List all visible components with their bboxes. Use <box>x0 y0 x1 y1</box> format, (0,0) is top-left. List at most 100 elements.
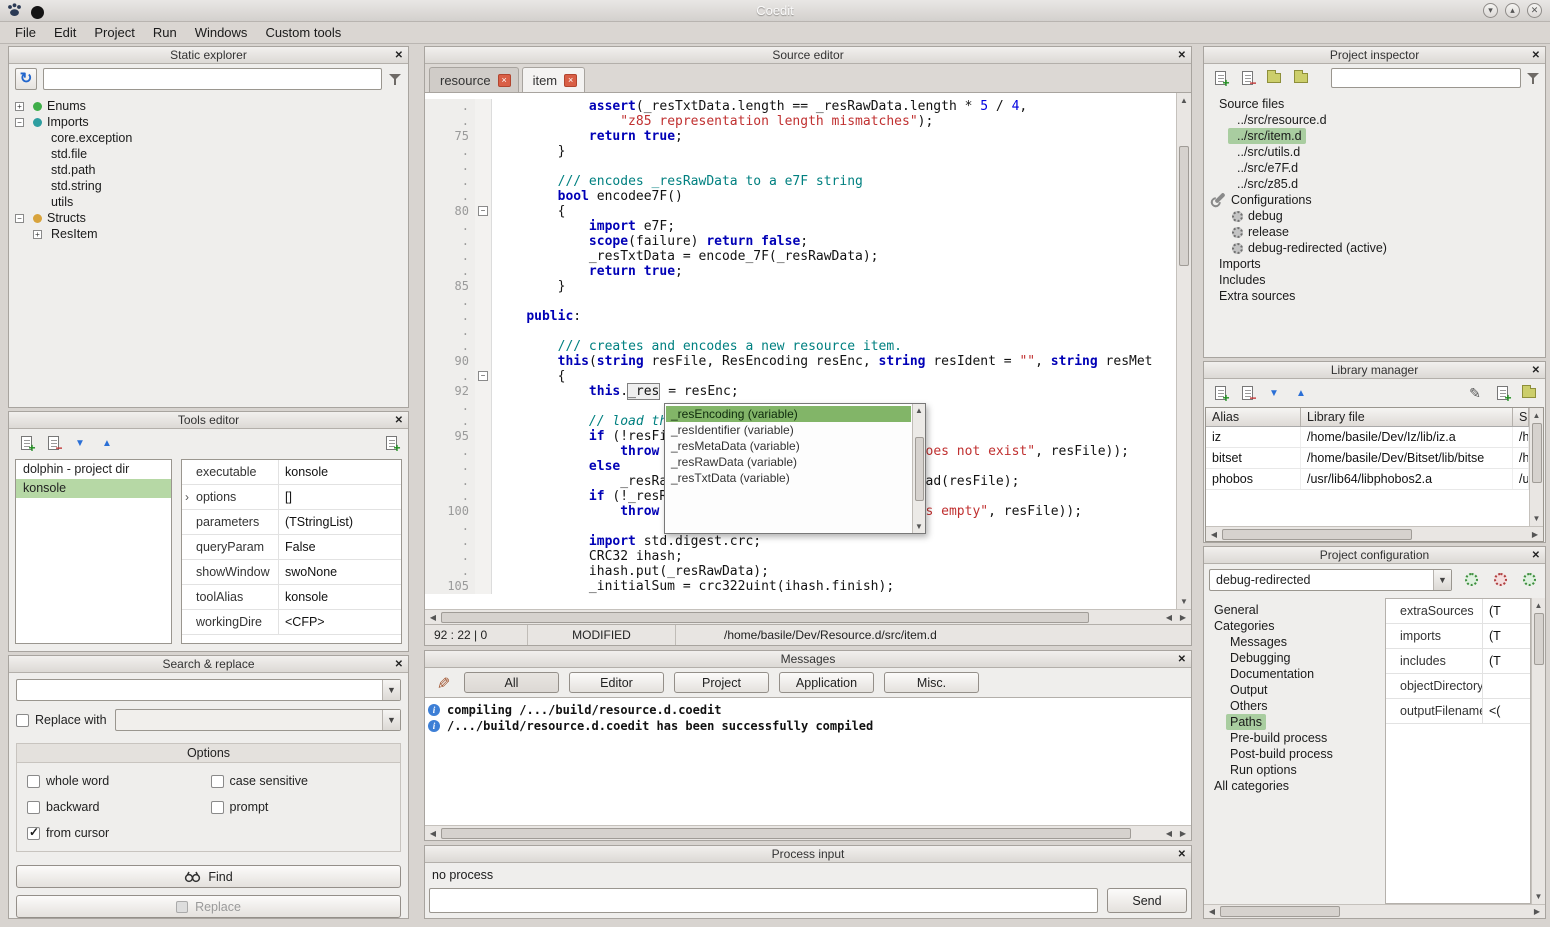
open-folder-button[interactable] <box>1290 67 1312 89</box>
maximize-button[interactable]: ▴ <box>1505 3 1520 18</box>
chevron-down-icon[interactable]: ▼ <box>382 710 400 730</box>
inspector-search-input[interactable] <box>1331 68 1521 88</box>
scroll-down-icon[interactable]: ▼ <box>1178 596 1190 607</box>
menu-item-windows[interactable]: Windows <box>186 22 257 43</box>
close-panel-icon[interactable]: ✕ <box>1178 847 1186 863</box>
menu-item-edit[interactable]: Edit <box>45 22 85 43</box>
explorer-item[interactable]: core.exception <box>9 130 408 146</box>
scrollbar-thumb[interactable] <box>1534 613 1544 665</box>
scrollbar-thumb[interactable] <box>441 612 1089 623</box>
property-value[interactable]: konsole <box>279 460 401 484</box>
explorer-item[interactable]: +Enums <box>9 98 408 114</box>
scroll-up-icon[interactable]: ▲ <box>1533 600 1545 611</box>
close-panel-icon[interactable]: ✕ <box>395 413 403 429</box>
collapse-icon[interactable]: − <box>15 118 24 127</box>
filter-application[interactable]: Application <box>779 672 874 693</box>
property-value[interactable]: konsole <box>279 585 401 609</box>
scroll-left-icon[interactable]: ◀ <box>1208 529 1220 540</box>
completion-item[interactable]: _resMetaData (variable) <box>666 438 911 454</box>
scrollbar-thumb[interactable] <box>915 437 924 501</box>
checkbox-prompt[interactable]: prompt <box>211 800 391 814</box>
checkbox-backward[interactable]: backward <box>27 800 207 814</box>
close-panel-icon[interactable]: ✕ <box>1178 652 1186 668</box>
inspector-item[interactable]: ../src/utils.d <box>1204 144 1545 160</box>
tab-resource[interactable]: resource× <box>429 67 519 92</box>
move-tool-up-button[interactable]: ▲ <box>96 432 118 454</box>
tool-item[interactable]: dolphin - project dir <box>16 460 171 479</box>
category-item[interactable]: Output <box>1204 682 1376 698</box>
property-value[interactable]: False <box>279 535 401 559</box>
property-value[interactable]: (T <box>1483 649 1530 673</box>
checkbox-box[interactable] <box>211 801 224 814</box>
move-tool-down-button[interactable]: ▼ <box>69 432 91 454</box>
menu-item-project[interactable]: Project <box>85 22 143 43</box>
config-vertical-scrollbar[interactable]: ▲ ▼ <box>1531 598 1545 904</box>
scrollbar-thumb[interactable] <box>1222 529 1412 540</box>
move-library-down-button[interactable]: ▼ <box>1263 382 1285 404</box>
filter-icon[interactable] <box>388 72 402 86</box>
property-value[interactable]: [] <box>279 485 401 509</box>
scroll-down-icon[interactable]: ▼ <box>1533 891 1545 902</box>
library-column-header[interactable]: Su <box>1513 408 1529 426</box>
completion-item[interactable]: _resIdentifier (variable) <box>666 422 911 438</box>
explorer-item[interactable]: utils <box>9 194 408 210</box>
move-library-up-button[interactable]: ▲ <box>1290 382 1312 404</box>
expand-icon[interactable]: + <box>33 230 42 239</box>
checkbox-box[interactable] <box>27 775 40 788</box>
menu-item-custom-tools[interactable]: Custom tools <box>256 22 350 43</box>
inspector-item[interactable]: ../src/resource.d <box>1204 112 1545 128</box>
property-value[interactable]: (T <box>1483 599 1530 623</box>
fold-collapse-icon[interactable]: − <box>478 371 488 381</box>
category-item[interactable]: All categories <box>1204 778 1376 794</box>
messages-horizontal-scrollbar[interactable]: ◀ ◀ ▶ <box>425 825 1191 840</box>
category-item[interactable]: Pre-build process <box>1204 730 1376 746</box>
filter-project[interactable]: Project <box>674 672 769 693</box>
library-row[interactable]: iz/home/basile/Dev/Iz/lib/iz.a/ho <box>1206 427 1529 448</box>
close-panel-icon[interactable]: ✕ <box>1532 48 1540 64</box>
editor-horizontal-scrollbar[interactable]: ◀ ◀ ▶ <box>425 609 1191 624</box>
property-value[interactable]: <CFP> <box>279 610 401 634</box>
close-panel-icon[interactable]: ✕ <box>1532 548 1540 564</box>
chevron-down-icon[interactable]: ▼ <box>1433 570 1451 590</box>
property-value[interactable]: (TStringList) <box>279 510 401 534</box>
completion-item[interactable]: _resRawData (variable) <box>666 454 911 470</box>
add-folder-button[interactable] <box>1263 67 1285 89</box>
checkbox-box[interactable] <box>16 714 29 727</box>
editor-vertical-scrollbar[interactable]: ▲ ▼ <box>1176 93 1191 609</box>
library-horizontal-scrollbar[interactable]: ◀ ▶ <box>1206 526 1543 541</box>
completion-scrollbar[interactable]: ▲ ▼ <box>912 404 925 533</box>
category-item[interactable]: Post-build process <box>1204 746 1376 762</box>
add-configuration-button[interactable] <box>1520 569 1540 591</box>
completion-item[interactable]: _resEncoding (variable) <box>666 406 911 422</box>
category-item[interactable]: Paths <box>1204 714 1376 730</box>
explorer-item[interactable]: −Imports <box>9 114 408 130</box>
app-menu-icon[interactable] <box>31 6 44 19</box>
menu-item-file[interactable]: File <box>6 22 45 43</box>
scroll-right-icon[interactable]: ▶ <box>1531 906 1543 917</box>
menu-item-run[interactable]: Run <box>144 22 186 43</box>
category-item[interactable]: Debugging <box>1204 650 1376 666</box>
scroll-left-icon[interactable]: ◀ <box>1163 612 1175 623</box>
replace-button[interactable]: Replace <box>16 895 401 918</box>
inspector-item[interactable]: ../src/z85.d <box>1204 176 1545 192</box>
close-panel-icon[interactable]: ✕ <box>1532 363 1540 379</box>
category-item[interactable]: General <box>1204 602 1376 618</box>
inspector-item[interactable]: ../src/item.d <box>1204 128 1545 144</box>
library-row[interactable]: phobos/usr/lib64/libphobos2.a/us <box>1206 469 1529 490</box>
library-row[interactable]: bitset/home/basile/Dev/Bitset/lib/bitse/… <box>1206 448 1529 469</box>
tool-item[interactable]: konsole <box>16 479 171 498</box>
refresh-button[interactable]: ↻ <box>15 68 37 90</box>
add-library-button[interactable] <box>1209 382 1231 404</box>
inspector-item[interactable]: Imports <box>1204 256 1545 272</box>
checkbox-from-cursor[interactable]: from cursor <box>27 826 207 840</box>
filter-misc[interactable]: Misc. <box>884 672 979 693</box>
inspector-item[interactable]: Extra sources <box>1204 288 1545 304</box>
library-column-header[interactable]: Library file <box>1301 408 1513 426</box>
property-value[interactable]: <( <box>1483 699 1530 723</box>
rollup-button[interactable]: ▾ <box>1483 3 1498 18</box>
explorer-item[interactable]: −Structs <box>9 210 408 226</box>
scroll-down-icon[interactable]: ▼ <box>1531 513 1543 524</box>
category-item[interactable]: Run options <box>1204 762 1376 778</box>
send-button[interactable]: Send <box>1107 888 1187 913</box>
scroll-left-icon[interactable]: ◀ <box>427 828 439 839</box>
